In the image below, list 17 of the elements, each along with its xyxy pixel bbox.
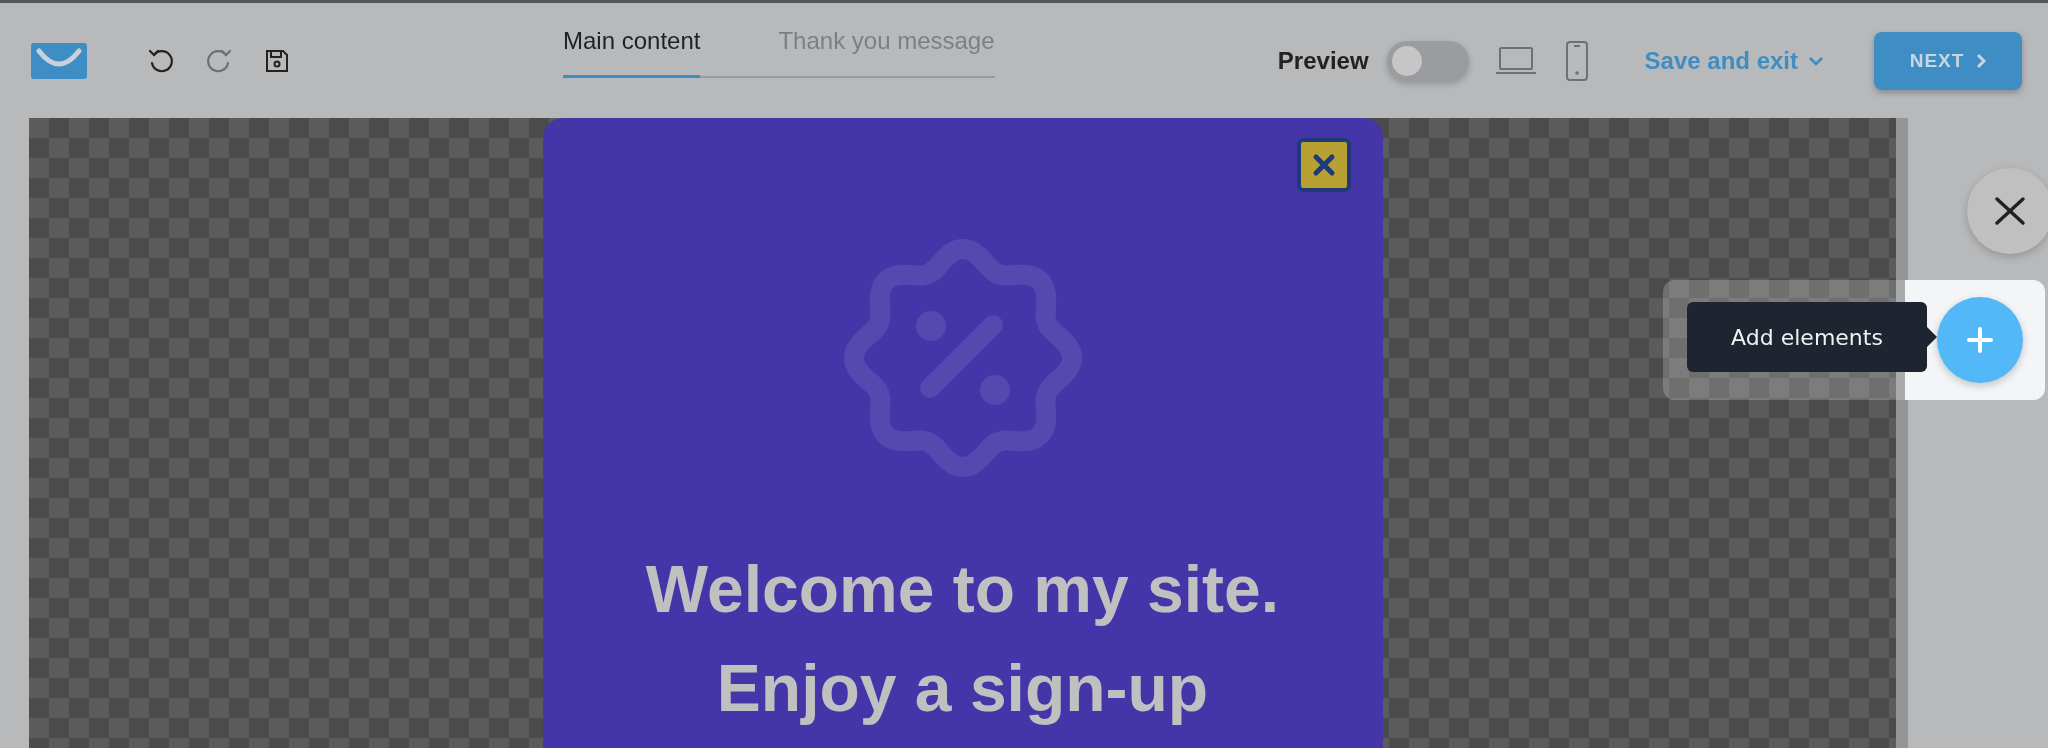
tools-button[interactable]: [1967, 168, 2048, 254]
save-and-exit-button[interactable]: Save and exit: [1638, 45, 1830, 76]
tab[interactable]: Thank you message: [778, 27, 995, 78]
chevron-down-icon: [1808, 55, 1824, 66]
close-button[interactable]: [1296, 138, 1351, 192]
plus-icon: [1965, 325, 1995, 355]
preview-label: Preview: [1277, 46, 1369, 75]
laptop-icon[interactable]: [1494, 45, 1537, 76]
crossed-tools-icon: [1993, 196, 2027, 226]
phone-icon[interactable]: [1564, 40, 1589, 81]
preview-toggle[interactable]: [1386, 40, 1469, 81]
chevron-right-icon: [1976, 52, 1987, 69]
next-button[interactable]: NEXT: [1874, 31, 2022, 90]
popup-heading: Welcome to my site. Enjoy a sign-up: [645, 551, 1280, 727]
tooltip: Add elements: [1687, 302, 1927, 372]
logo-icon: [31, 42, 87, 79]
tab[interactable]: Main content: [563, 27, 701, 78]
